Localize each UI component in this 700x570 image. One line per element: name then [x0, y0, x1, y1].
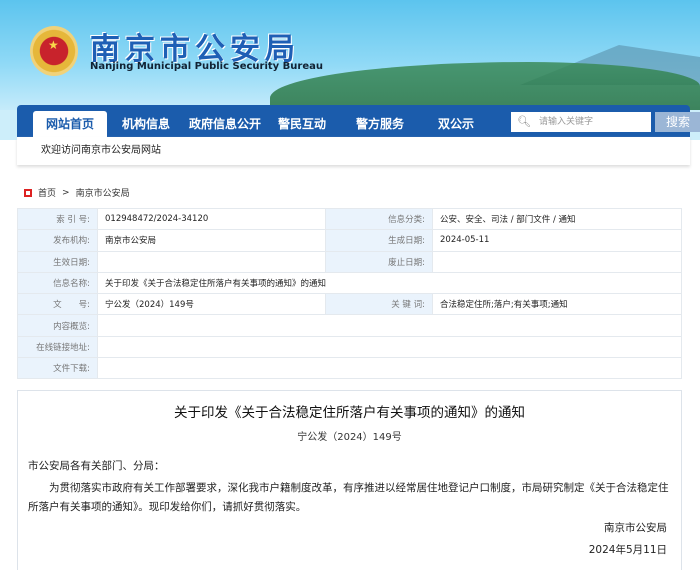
article-paragraph: 为贯彻落实市政府有关工作部署要求，深化我市户籍制度改革，有序推进以经常居住地登记… [28, 482, 669, 513]
article-title: 关于印发《关于合法稳定住所落户有关事项的通知》的通知 [174, 405, 525, 421]
summary-label: 内容概览: [17, 314, 98, 337]
keywords-label: 关 键 词: [325, 293, 433, 316]
search-input[interactable]: 🔍︎ 请输入关键字 [511, 112, 651, 132]
name-label: 信息名称: [17, 271, 98, 295]
effective-label: 生效日期: [17, 250, 98, 273]
nav-home[interactable]: 网站首页 [33, 111, 107, 137]
docno-label: 文 号: [17, 293, 98, 316]
download-value [97, 357, 682, 380]
link-value [97, 335, 682, 359]
breadcrumb-current[interactable]: 南京市公安局 [76, 186, 130, 199]
search-icon: 🔍︎ [517, 115, 531, 128]
breadcrumb-separator: > [62, 187, 70, 198]
created-value: 2024-05-11 [432, 229, 682, 252]
nav-services[interactable]: 警方服务 [349, 111, 411, 137]
created-label: 生成日期: [325, 229, 433, 252]
nav-organization[interactable]: 机构信息 [115, 111, 177, 137]
docno-value: 宁公发（2024）149号 [97, 293, 326, 316]
home-marker-icon [24, 188, 32, 197]
abolished-label: 废止日期: [325, 250, 433, 273]
effective-value [97, 250, 326, 273]
breadcrumb-home[interactable]: 首页 [38, 186, 56, 199]
keywords-value: 合法稳定住所;落户;有关事项;通知 [432, 293, 682, 316]
abolished-value [432, 250, 682, 273]
index-value: 012948472/2024-34120 [97, 207, 326, 231]
article-date: 2024年5月11日 [588, 544, 667, 556]
download-label: 文件下载: [17, 357, 98, 380]
site-subtitle: Nanjing Municipal Public Security Bureau [90, 61, 324, 72]
police-emblem-logo: ★ [30, 26, 78, 76]
article-docno: 宁公发（2024）149号 [297, 432, 402, 443]
article-body: 关于印发《关于合法稳定住所落户有关事项的通知》的通知 宁公发（2024）149号… [17, 390, 682, 570]
nav-double-publicity[interactable]: 双公示 [431, 111, 481, 137]
search-placeholder: 请输入关键字 [539, 117, 594, 127]
category-label: 信息分类: [325, 207, 433, 231]
category-value: 公安、安全、司法 / 部门文件 / 通知 [432, 207, 682, 231]
breadcrumb: 首页 > 南京市公安局 [24, 186, 130, 199]
search-button[interactable]: 搜索 [655, 112, 700, 132]
nav-interaction[interactable]: 警民互动 [271, 111, 333, 137]
name-value: 关于印发《关于合法稳定住所落户有关事项的通知》的通知 [97, 271, 682, 295]
main-nav: 网站首页 机构信息 政府信息公开 警民互动 警方服务 双公示 🔍︎ 请输入关键字 … [17, 105, 700, 137]
document-metadata-table: 索 引 号: 012948472/2024-34120 信息分类: 公安、安全、司法 … [17, 207, 682, 380]
publisher-value: 南京市公安局 [97, 229, 326, 252]
article-salutation: 市公安局各有关部门、分局： [28, 460, 165, 472]
publisher-label: 发布机构: [17, 229, 98, 252]
link-label: 在线链接地址: [17, 335, 98, 359]
article-signature: 南京市公安局 [604, 522, 667, 534]
welcome-text: 欢迎访问南京市公安局网站 [17, 137, 690, 165]
index-label: 索 引 号: [17, 207, 98, 231]
summary-value [97, 314, 682, 337]
nav-gov-info[interactable]: 政府信息公开 [183, 111, 267, 137]
